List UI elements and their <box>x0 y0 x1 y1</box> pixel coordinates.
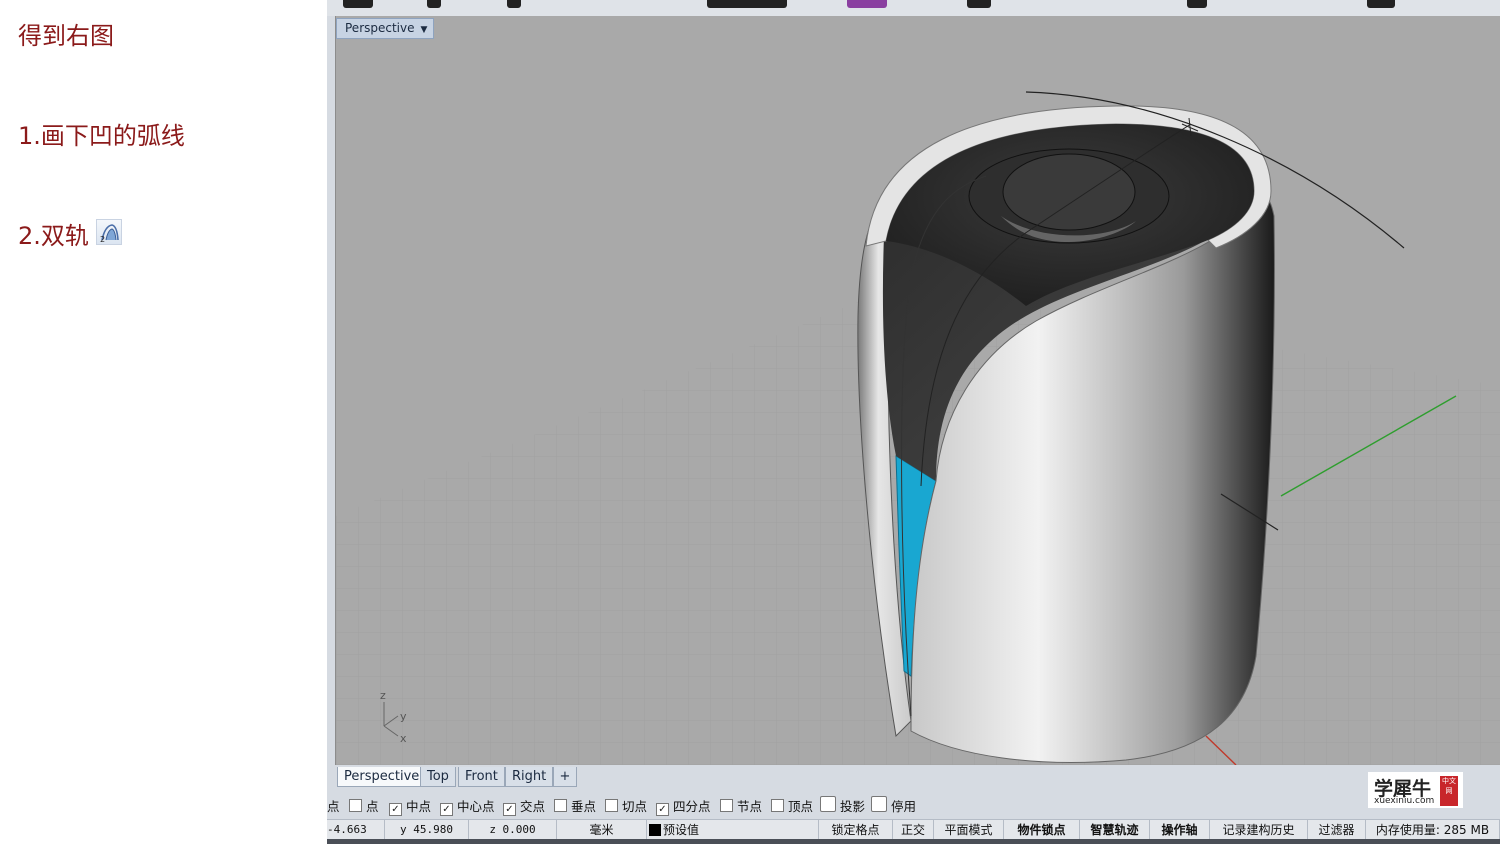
svg-text:x: x <box>400 732 407 745</box>
svg-text:z: z <box>380 689 386 702</box>
coord-z: z 0.000 <box>469 820 557 840</box>
viewport-tabs: Perspective Top Front Right + <box>335 766 1500 788</box>
tab-right[interactable]: Right <box>505 767 554 787</box>
checkbox-checked-icon: ✓ <box>389 803 402 816</box>
tab-top[interactable]: Top <box>420 767 456 787</box>
perspective-viewport[interactable]: z y x Perspective ▼ <box>335 16 1500 765</box>
osnap-center[interactable]: ✓ 中心点 <box>440 796 495 816</box>
checkbox-icon <box>349 799 362 812</box>
tutorial-notes-panel: 得到右图 1.画下凹的弧线 2.双轨 2 <box>0 0 327 844</box>
osnap-midpoint[interactable]: ✓ 中点 <box>389 796 431 816</box>
filter-button[interactable]: 过滤器 <box>1308 820 1366 840</box>
checkbox-icon <box>820 796 836 812</box>
status-bar: -4.663 y 45.980 z 0.000 毫米 预设值 锁定格点 正交 平… <box>327 819 1500 840</box>
checkbox-icon <box>554 799 567 812</box>
record-history-toggle[interactable]: 记录建构历史 <box>1210 820 1308 840</box>
checkbox-checked-icon: ✓ <box>503 803 516 816</box>
note-step-2: 2.双轨 <box>18 222 89 250</box>
memory-usage: 内存使用量: 285 MB <box>1366 820 1500 840</box>
checkbox-icon <box>871 796 887 812</box>
osnap-project[interactable]: 投影 <box>820 796 865 815</box>
osnap-knot[interactable]: 节点 <box>720 796 762 815</box>
xuexiniu-logo: 学犀牛 xuexiniu.com 中文网 <box>1368 772 1463 808</box>
osnap-vertex[interactable]: 顶点 <box>771 796 813 815</box>
viewport-title: Perspective <box>345 21 415 35</box>
osnap-perpendicular[interactable]: 垂点 <box>554 796 596 815</box>
svg-text:y: y <box>400 710 407 723</box>
taskbar-strip <box>327 839 1500 844</box>
osnap-intersection[interactable]: ✓ 交点 <box>503 796 545 816</box>
checkbox-icon <box>605 799 618 812</box>
checkbox-checked-icon: ✓ <box>656 803 669 816</box>
sweep-2-rails-icon: 2 <box>96 219 122 245</box>
svg-text:2: 2 <box>100 235 105 244</box>
osnap-point[interactable]: 点 <box>349 796 379 815</box>
checkbox-icon <box>771 799 784 812</box>
gumball-toggle[interactable]: 操作轴 <box>1150 820 1210 840</box>
osnap-toggle[interactable]: 物件锁点 <box>1004 820 1080 840</box>
ortho-toggle[interactable]: 正交 <box>893 820 934 840</box>
layer-color-swatch <box>649 824 661 836</box>
layer-display[interactable]: 预设值 <box>647 820 819 840</box>
top-opening-inner <box>1002 153 1136 231</box>
coord-x: -4.663 <box>327 820 385 840</box>
osnap-leading-label: 点 <box>327 799 340 814</box>
toolbar-strip <box>327 0 1500 16</box>
note-step-1: 1.画下凹的弧线 <box>18 122 185 150</box>
add-viewport-tab-button[interactable]: + <box>553 767 577 787</box>
checkbox-checked-icon: ✓ <box>440 803 453 816</box>
tab-perspective[interactable]: Perspective <box>337 767 427 787</box>
osnap-disable[interactable]: 停用 <box>871 796 916 815</box>
viewport-scene: z y x <box>336 91 1500 765</box>
note-result: 得到右图 <box>18 22 114 50</box>
smarttrack-toggle[interactable]: 智慧轨迹 <box>1080 820 1150 840</box>
tab-front[interactable]: Front <box>458 767 505 787</box>
units-display[interactable]: 毫米 <box>557 820 647 840</box>
chevron-down-icon: ▼ <box>420 25 428 35</box>
rhino-window: z y x Perspective ▼ Perspective Top Front… <box>327 0 1500 844</box>
viewport-title-dropdown[interactable]: Perspective ▼ <box>336 18 435 39</box>
osnap-bar: 点 点 ✓ 中点 ✓ 中心点 ✓ 交点 垂点 切点 ✓ 四分点 节点 顶点 投影 停用 <box>327 794 1500 816</box>
planar-toggle[interactable]: 平面模式 <box>934 820 1004 840</box>
checkbox-icon <box>720 799 733 812</box>
coord-y: y 45.980 <box>385 820 469 840</box>
grid-snap-toggle[interactable]: 锁定格点 <box>819 820 893 840</box>
osnap-tangent[interactable]: 切点 <box>605 796 647 815</box>
osnap-quadrant[interactable]: ✓ 四分点 <box>656 796 711 816</box>
